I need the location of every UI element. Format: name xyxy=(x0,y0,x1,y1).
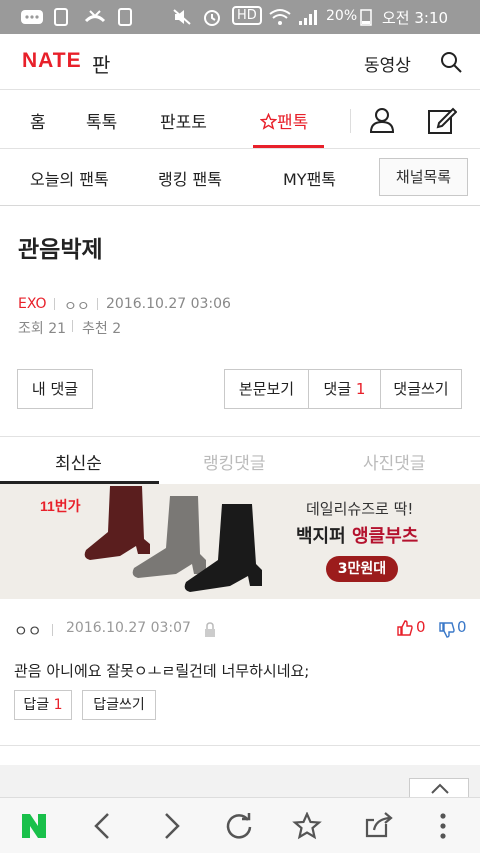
comment-text: 관음 아니에요 잘못ㅇㅗㄹ릴건데 너무하시네요; xyxy=(14,662,310,680)
message-icon xyxy=(21,10,43,24)
reply-label: 답글 xyxy=(23,697,50,713)
subnav-today-fantok[interactable]: 오늘의 팬톡 xyxy=(30,166,109,190)
post-views: 조회 21 xyxy=(18,321,67,337)
nav-toktok[interactable]: 톡톡 xyxy=(86,108,117,133)
subnav-ranking-fantok[interactable]: 랭킹 팬톡 xyxy=(158,166,222,190)
missed-call-icon xyxy=(84,10,106,23)
page-footer-area xyxy=(0,765,480,797)
comment-author: ㅇㅇ xyxy=(14,622,42,640)
browser-bottom-bar xyxy=(0,797,480,853)
scroll-top-button[interactable] xyxy=(409,778,469,798)
comments-button[interactable]: 댓글 1 xyxy=(308,369,381,409)
my-comments-button[interactable]: 내 댓글 xyxy=(17,369,93,409)
post-author: ㅇㅇ xyxy=(64,299,90,315)
active-tab-indicator xyxy=(253,145,324,148)
status-bar: HD 20% 오전 3:10 xyxy=(0,0,480,34)
write-comment-button[interactable]: 댓글쓰기 xyxy=(380,369,462,409)
main-nav: 홈 톡톡 판포토 팬톡 xyxy=(0,91,480,149)
channel-list-button[interactable]: 채널목록 xyxy=(379,158,468,196)
reply-button[interactable]: 답글 1 xyxy=(14,690,72,720)
battery-icon xyxy=(360,9,372,26)
signal-icon xyxy=(299,10,317,25)
comments-label: 댓글 xyxy=(323,380,352,398)
ad-banner[interactable]: 11번가 데일리슈즈로 딱! 백지퍼 앵클부츠 3만원대 xyxy=(0,484,480,599)
meta-divider xyxy=(97,298,98,310)
sub-nav: 오늘의 팬톡 랭킹 팬톡 MY팬톡 채널목록 xyxy=(0,150,480,206)
nav-home[interactable]: 홈 xyxy=(30,108,46,133)
user-icon[interactable] xyxy=(368,106,396,134)
device-icon xyxy=(118,8,132,26)
app-header: NATE 판 동영상 xyxy=(0,34,480,90)
ad-brand: 11번가 xyxy=(40,498,81,514)
tab-latest[interactable]: 최신순 xyxy=(55,449,102,474)
back-icon[interactable] xyxy=(92,812,112,840)
comments-count: 1 xyxy=(355,380,366,398)
share-icon[interactable] xyxy=(364,812,394,840)
nav-fantok[interactable]: 팬톡 xyxy=(259,108,309,133)
scroll-top-icon xyxy=(431,783,449,794)
tab-ranking-comments[interactable]: 랭킹댓글 xyxy=(203,449,266,474)
thumbs-up-icon[interactable] xyxy=(397,620,413,636)
ad-line1: 데일리슈즈로 딱! xyxy=(306,500,414,518)
dislike-count: 0 xyxy=(457,618,467,636)
pann-logo-label[interactable]: 판 xyxy=(92,49,110,78)
ad-line2-b: 앵클부츠 xyxy=(351,526,419,547)
video-link[interactable]: 동영상 xyxy=(364,51,411,76)
phone-icon xyxy=(54,8,68,26)
nav-divider xyxy=(350,109,351,133)
tab-photo-comments[interactable]: 사진댓글 xyxy=(363,449,426,474)
ad-line2: 백지퍼 앵클부츠 xyxy=(296,522,418,548)
nav-pann-photo[interactable]: 판포토 xyxy=(160,108,207,133)
lock-icon xyxy=(205,622,215,637)
meta-divider xyxy=(52,624,53,636)
hd-badge: HD xyxy=(232,6,262,25)
alarm-icon xyxy=(204,10,220,26)
meta-divider xyxy=(54,298,55,310)
more-icon[interactable] xyxy=(438,812,448,840)
post-date: 2016.10.27 03:06 xyxy=(106,296,231,312)
refresh-icon[interactable] xyxy=(225,812,253,840)
ad-price-badge: 3만원대 xyxy=(326,556,398,582)
bookmark-star-icon[interactable] xyxy=(292,812,322,840)
write-reply-button[interactable]: 답글쓰기 xyxy=(82,690,156,720)
view-post-button[interactable]: 본문보기 xyxy=(224,369,309,409)
search-icon[interactable] xyxy=(439,50,463,74)
subnav-my-fantok[interactable]: MY팬톡 xyxy=(283,166,336,190)
like-count: 0 xyxy=(416,618,426,636)
mute-icon xyxy=(173,9,191,25)
thumbs-down-icon[interactable] xyxy=(439,622,455,638)
comment-tabs: 최신순 랭킹댓글 사진댓글 xyxy=(0,436,480,484)
meta-divider xyxy=(72,320,73,332)
comment-item: ㅇㅇ 2016.10.27 03:07 0 0 관음 아니에요 잘못ㅇㅗㄹ릴건데… xyxy=(0,600,480,746)
post-recommend: 추천 2 xyxy=(82,321,122,337)
ad-line2-a: 백지퍼 xyxy=(296,526,352,547)
star-icon xyxy=(259,112,278,130)
boots-image xyxy=(84,486,262,592)
battery-percent: 20% xyxy=(326,8,358,24)
wifi-icon xyxy=(269,9,291,25)
naver-icon[interactable] xyxy=(20,812,48,840)
clock: 오전 3:10 xyxy=(382,9,449,27)
comment-date: 2016.10.27 03:07 xyxy=(66,620,191,636)
post-title: 관음박제 xyxy=(18,237,103,263)
forward-icon[interactable] xyxy=(162,812,182,840)
reply-count: 1 xyxy=(53,697,63,713)
nate-logo[interactable]: NATE xyxy=(22,49,82,73)
edit-icon[interactable] xyxy=(427,105,457,135)
nav-fantok-label: 팬톡 xyxy=(277,113,309,133)
post-channel[interactable]: EXO xyxy=(18,296,47,312)
